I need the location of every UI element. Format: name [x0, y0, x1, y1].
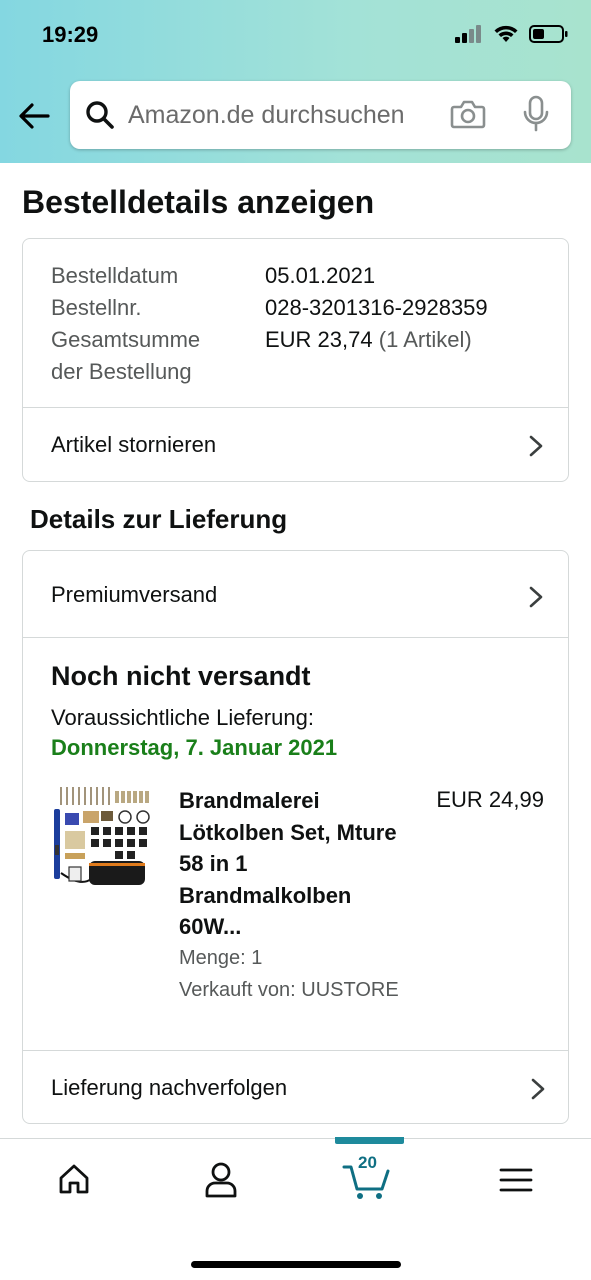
order-date-label: Bestelldatum [51, 263, 179, 288]
microphone-icon[interactable] [522, 95, 550, 133]
search-icon [86, 101, 114, 129]
cancel-item-row[interactable]: Artikel stornieren [23, 408, 568, 482]
chevron-right-icon [529, 435, 543, 457]
wifi-icon [494, 25, 518, 42]
nav-account[interactable] [203, 1161, 239, 1204]
product-seller: Verkauft von: UUSTORE [179, 979, 399, 1001]
status-icons [455, 24, 569, 44]
active-tab-indicator [335, 1137, 404, 1144]
nav-home[interactable] [56, 1161, 92, 1202]
product-price: EUR 24,99 [436, 787, 544, 812]
chevron-right-icon [531, 1078, 545, 1100]
order-total-value: EUR 23,74 (1 Artikel) [265, 327, 472, 353]
soldering-kit-image [51, 783, 155, 891]
expected-delivery-date: Donnerstag, 7. Januar 2021 [51, 735, 338, 760]
order-number-label: Bestellnr. [51, 295, 142, 320]
delivery-section-title: Details zur Lieferung [30, 504, 288, 534]
signal-icon [455, 25, 481, 43]
order-total-label-2: der Bestellung [51, 359, 192, 384]
status-time: 19:29 [42, 22, 99, 47]
nav-cart[interactable]: 20 [342, 1153, 394, 1206]
product-title-link[interactable]: Brandmalerei Lötkolben Set, Mture 58 in … [179, 785, 419, 943]
arrow-left-icon [19, 103, 50, 129]
back-button[interactable] [16, 98, 56, 138]
bottom-navigation: 20 [0, 1137, 591, 1280]
nav-menu[interactable] [499, 1167, 533, 1198]
track-delivery-label: Lieferung nachverfolgen [51, 1075, 288, 1100]
battery-icon [529, 25, 568, 43]
order-total-label: Gesamtsumme [51, 327, 201, 352]
shipping-method-row[interactable]: Premiumversand [23, 551, 568, 637]
divider [23, 637, 568, 638]
cart-count-badge: 20 [358, 1153, 377, 1172]
product-quantity: Menge: 1 [179, 947, 263, 969]
track-delivery-row[interactable]: Lieferung nachverfolgen [23, 1051, 568, 1123]
order-total-amount: EUR 23,74 [265, 327, 373, 352]
search-box[interactable] [70, 81, 571, 149]
home-indicator [191, 1261, 401, 1268]
shipment-status: Noch nicht versandt [51, 661, 311, 691]
order-number-value: 028-3201316-2928359 [265, 295, 488, 320]
home-icon [59, 1164, 89, 1194]
chevron-right-icon [529, 586, 543, 608]
search-input[interactable] [128, 95, 428, 135]
delivery-card: Premiumversand Noch nicht versandt Vorau… [22, 550, 569, 1124]
user-icon [205, 1162, 237, 1198]
page-title: Bestelldetails anzeigen [22, 184, 375, 220]
product-image[interactable] [51, 783, 155, 891]
cancel-item-label: Artikel stornieren [51, 432, 217, 457]
menu-icon [499, 1168, 533, 1192]
camera-icon[interactable] [450, 97, 486, 131]
order-total-items: (1 Artikel) [378, 327, 472, 352]
shipping-method-label: Premiumversand [51, 582, 218, 607]
order-summary-card: Bestelldatum 05.01.2021 Bestellnr. 028-3… [22, 238, 569, 482]
expected-delivery-label: Voraussichtliche Lieferung: [51, 705, 314, 730]
order-date-value: 05.01.2021 [265, 263, 376, 288]
app-header: 19:29 [0, 0, 591, 163]
